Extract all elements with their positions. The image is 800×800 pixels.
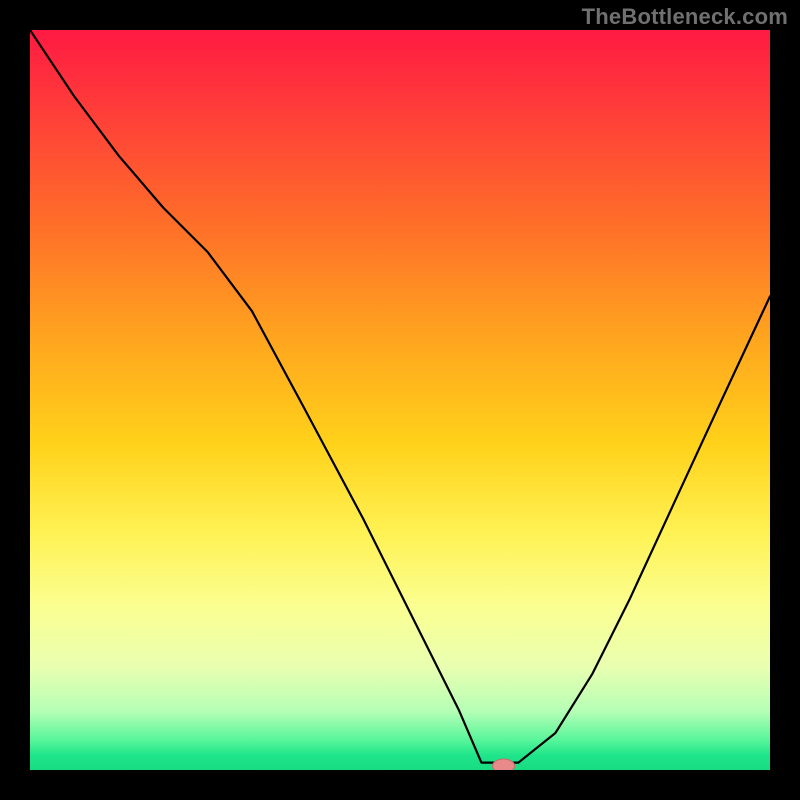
watermark-text: TheBottleneck.com	[582, 4, 788, 30]
chart-frame: TheBottleneck.com	[0, 0, 800, 800]
optimal-marker	[493, 759, 515, 770]
curve-overlay	[30, 30, 770, 770]
bottleneck-curve	[30, 30, 770, 763]
